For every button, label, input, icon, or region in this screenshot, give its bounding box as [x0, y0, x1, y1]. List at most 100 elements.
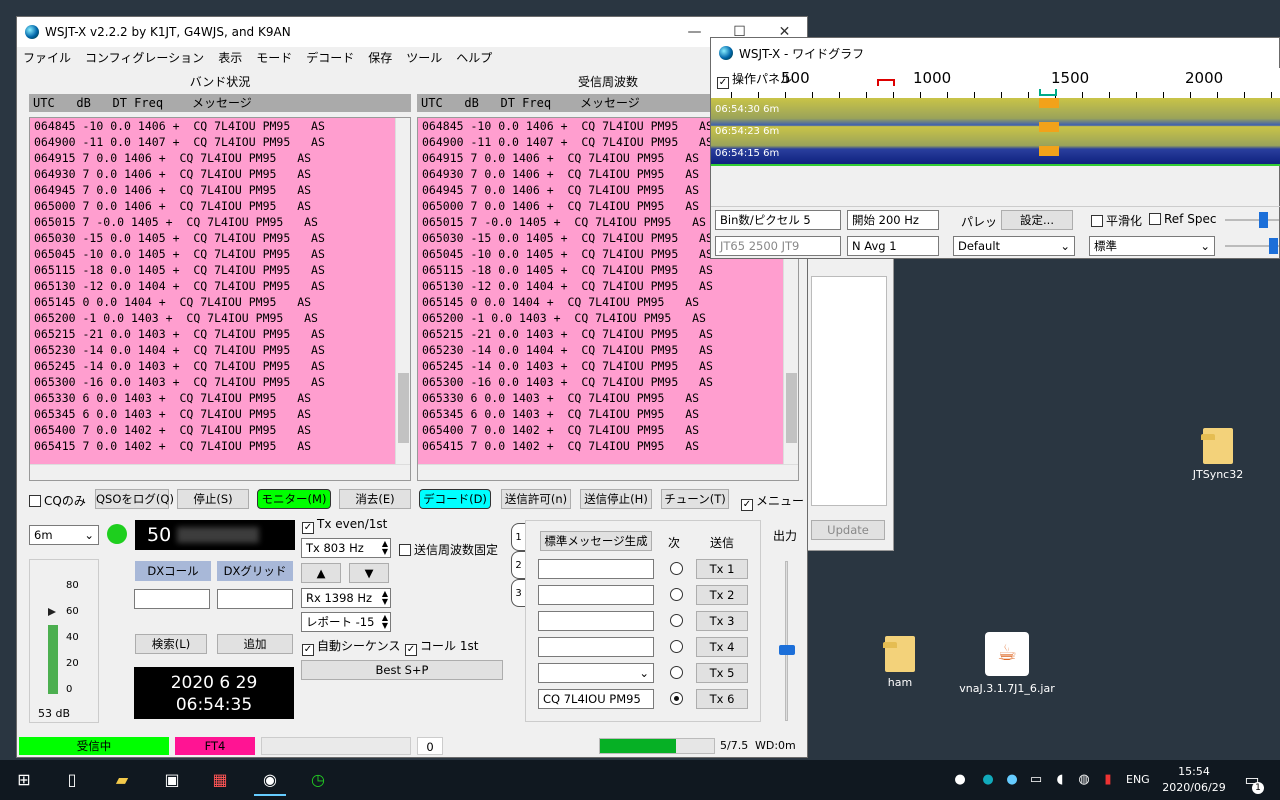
message-row[interactable]: 065415 7 0.0 1402 + CQ 7L4IOU PM95 AS [418, 438, 783, 454]
message-row[interactable]: 064915 7 0.0 1406 + CQ 7L4IOU PM95 AS [30, 150, 395, 166]
file-explorer-icon[interactable]: ▰ [106, 764, 138, 796]
slider-handle[interactable] [1269, 238, 1278, 254]
tab-2[interactable]: 2 [511, 551, 525, 579]
message-row[interactable]: 065030 -15 0.0 1405 + CQ 7L4IOU PM95 AS [30, 230, 395, 246]
tab-3[interactable]: 3 [511, 579, 525, 607]
smooth-checkbox[interactable]: 平滑化 [1091, 212, 1142, 229]
tx-message-input-6[interactable]: CQ 7L4IOU PM95 [538, 689, 654, 709]
band-vscroll[interactable] [395, 118, 410, 464]
message-row[interactable]: 064845 -10 0.0 1406 + CQ 7L4IOU PM95 AS [30, 118, 395, 134]
navg-spinbox[interactable]: N Avg 1 [847, 236, 939, 256]
ref-spec-checkbox[interactable]: Ref Spec [1149, 212, 1216, 226]
up-arrow-button[interactable]: ▲ [301, 563, 341, 583]
message-row[interactable]: 065200 -1 0.0 1403 + CQ 7L4IOU PM95 AS [418, 310, 783, 326]
tx-button-5[interactable]: Tx 5 [696, 663, 748, 683]
menu-item[interactable]: ヘルプ [456, 49, 492, 66]
message-row[interactable]: 065245 -14 0.0 1403 + CQ 7L4IOU PM95 AS [418, 358, 783, 374]
down-arrow-button[interactable]: ▼ [349, 563, 389, 583]
next-radio-1[interactable] [670, 562, 683, 575]
tx-button-4[interactable]: Tx 4 [696, 637, 748, 657]
bins-spinbox[interactable]: Bin数/ピクセル 5 [715, 210, 841, 230]
tab-1[interactable]: 1 [511, 523, 525, 551]
scroll-thumb[interactable] [786, 373, 797, 443]
vna-app-icon[interactable]: ▦ [204, 764, 236, 796]
tx-message-input-4[interactable] [538, 637, 654, 657]
palette-select[interactable]: Default ⌄ [953, 236, 1075, 256]
lookup-button[interactable]: 検索(L) [135, 634, 207, 654]
menu-item[interactable]: デコード [306, 49, 354, 66]
tx-message-input-2[interactable] [538, 585, 654, 605]
tx-freq-spinbox[interactable]: Tx 803 Hz ▲ ▼ [301, 538, 391, 558]
message-row[interactable]: 065200 -1 0.0 1403 + CQ 7L4IOU PM95 AS [30, 310, 395, 326]
wsjtx-taskbar-icon[interactable]: ◉ [254, 764, 286, 796]
tx-button-6[interactable]: Tx 6 [696, 689, 748, 709]
add-button[interactable]: 追加 [217, 634, 293, 654]
skype-icon[interactable]: ● [976, 764, 1000, 796]
message-row[interactable]: 065215 -21 0.0 1403 + CQ 7L4IOU PM95 AS [418, 326, 783, 342]
message-row[interactable]: 065400 7 0.0 1402 + CQ 7L4IOU PM95 AS [418, 422, 783, 438]
next-radio-6[interactable] [670, 692, 683, 705]
message-row[interactable]: 065130 -12 0.0 1404 + CQ 7L4IOU PM95 AS [30, 278, 395, 294]
message-row[interactable]: 065045 -10 0.0 1405 + CQ 7L4IOU PM95 AS [30, 246, 395, 262]
start-spinbox[interactable]: 開始 200 Hz [847, 210, 939, 230]
message-row[interactable]: 065145 0 0.0 1404 + CQ 7L4IOU PM95 AS [418, 294, 783, 310]
desktop-icon-jtsync32[interactable]: JTSync32 [1178, 428, 1258, 481]
app-icon[interactable]: ▣ [156, 764, 188, 796]
message-row[interactable]: 064945 7 0.0 1406 + CQ 7L4IOU PM95 AS [30, 182, 395, 198]
hold-tx-freq-checkbox[interactable]: 送信周波数固定 [399, 541, 498, 558]
message-row[interactable]: 065300 -16 0.0 1403 + CQ 7L4IOU PM95 AS [418, 374, 783, 390]
message-row[interactable]: 064930 7 0.0 1406 + CQ 7L4IOU PM95 AS [30, 166, 395, 182]
message-row[interactable]: 064900 -11 0.0 1407 + CQ 7L4IOU PM95 AS [30, 134, 395, 150]
volume-icon[interactable]: ◖ [1048, 764, 1072, 796]
monitor-button[interactable]: モニター(M) [257, 489, 331, 509]
decode-button[interactable]: デコード(D) [419, 489, 491, 509]
band-select[interactable]: 6m ⌄ [29, 525, 99, 545]
message-row[interactable]: 065115 -18 0.0 1405 + CQ 7L4IOU PM95 AS [30, 262, 395, 278]
next-radio-4[interactable] [670, 640, 683, 653]
dx-call-input[interactable] [134, 589, 210, 609]
dx-grid-input[interactable] [217, 589, 293, 609]
message-row[interactable]: 065015 7 -0.0 1405 + CQ 7L4IOU PM95 AS [30, 214, 395, 230]
battery-icon[interactable]: ▭ [1024, 764, 1048, 796]
report-spinbox[interactable]: レポート -15 ▲ ▼ [301, 612, 391, 632]
scroll-thumb[interactable] [398, 373, 409, 443]
slider-handle[interactable] [1259, 212, 1268, 228]
message-row[interactable]: 065245 -14 0.0 1403 + CQ 7L4IOU PM95 AS [30, 358, 395, 374]
settings-button[interactable]: 設定... [1001, 210, 1073, 230]
cq-only-checkbox[interactable]: CQのみ [29, 492, 86, 509]
next-radio-2[interactable] [670, 588, 683, 601]
zero-slider[interactable] [1225, 238, 1279, 254]
clock-tray[interactable]: 15:54 2020/06/29 [1160, 764, 1228, 796]
waterfall[interactable]: 06:54:30 6m 06:54:23 6m 06:54:15 6m [711, 98, 1280, 166]
tx-button-2[interactable]: Tx 2 [696, 585, 748, 605]
message-row[interactable]: 065415 7 0.0 1402 + CQ 7L4IOU PM95 AS [30, 438, 395, 454]
stop-button[interactable]: 停止(S) [177, 489, 249, 509]
message-row[interactable]: 065230 -14 0.0 1404 + CQ 7L4IOU PM95 AS [30, 342, 395, 358]
message-row[interactable]: 065300 -16 0.0 1403 + CQ 7L4IOU PM95 AS [30, 374, 395, 390]
tx-even-checkbox[interactable]: ✓ Tx even/1st [302, 517, 387, 534]
rx-freq-spinbox[interactable]: Rx 1398 Hz ▲ ▼ [301, 588, 391, 608]
tx-message-input-3[interactable] [538, 611, 654, 631]
message-row[interactable]: 065400 7 0.0 1402 + CQ 7L4IOU PM95 AS [30, 422, 395, 438]
tray-icon[interactable]: ● [1000, 764, 1024, 796]
clock-app-icon[interactable]: ◷ [302, 764, 334, 796]
message-row[interactable]: 065345 6 0.0 1403 + CQ 7L4IOU PM95 AS [418, 406, 783, 422]
message-row[interactable]: 065330 6 0.0 1403 + CQ 7L4IOU PM95 AS [418, 390, 783, 406]
slider-handle[interactable] [779, 645, 795, 655]
task-view-icon[interactable]: ▯ [56, 764, 88, 796]
next-radio-3[interactable] [670, 614, 683, 627]
menu-item[interactable]: モード [256, 49, 292, 66]
band-activity-list[interactable]: 064845 -10 0.0 1406 + CQ 7L4IOU PM95 AS 0… [29, 117, 411, 481]
best-sp-button[interactable]: Best S+P [301, 660, 503, 680]
next-radio-5[interactable] [670, 666, 683, 679]
tune-button[interactable]: チューン(T) [661, 489, 729, 509]
message-row[interactable]: 065230 -14 0.0 1404 + CQ 7L4IOU PM95 AS [418, 342, 783, 358]
menu-item[interactable]: 保存 [368, 49, 392, 66]
message-row[interactable]: 065145 0 0.0 1404 + CQ 7L4IOU PM95 AS [30, 294, 395, 310]
menu-item[interactable]: 表示 [218, 49, 242, 66]
tx-message-input-5[interactable]: ⌄ [538, 663, 654, 683]
menu-item[interactable]: ファイル [23, 49, 71, 66]
message-row[interactable]: 065345 6 0.0 1403 + CQ 7L4IOU PM95 AS [30, 406, 395, 422]
ime-icon[interactable]: ▮ [1096, 764, 1120, 796]
erase-button[interactable]: 消去(E) [339, 489, 411, 509]
